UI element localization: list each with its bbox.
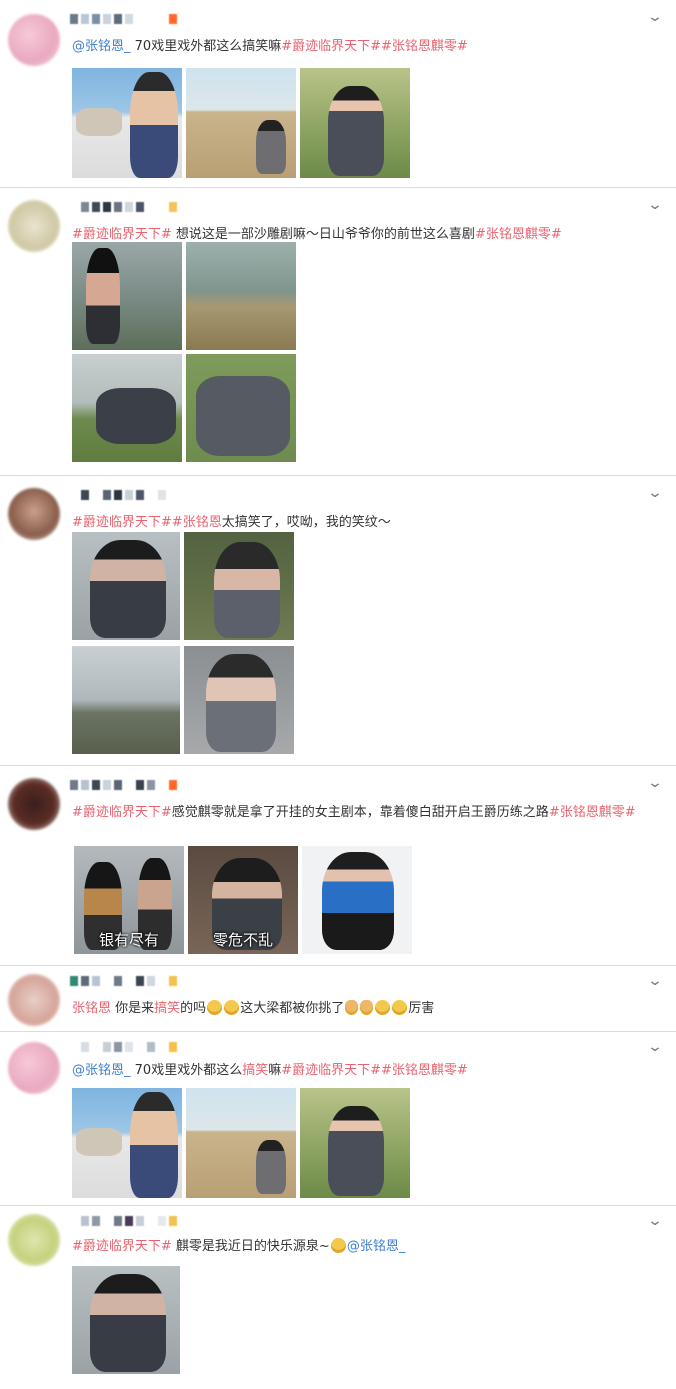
image-caption: 银有尽有 (98, 931, 159, 949)
post-photo[interactable] (72, 646, 180, 754)
hashtag-link[interactable]: #爵迹临界天下# (72, 805, 172, 820)
post-text-segment: 这大梁都被你挑了 (240, 1001, 345, 1016)
post-photo[interactable] (186, 242, 296, 350)
avatar[interactable] (8, 14, 60, 66)
post-text: #爵迹临界天下##张铭恩太搞笑了，哎呦，我的笑纹～ (72, 512, 650, 534)
emoji-icon (345, 1000, 359, 1015)
hashtag-link[interactable]: #爵迹临界天下# (281, 39, 381, 54)
emoji-icon (207, 1000, 223, 1015)
weibo-post: ⌄ @张铭恩_ 70戏里戏外都这么搞笑嘛#爵迹临界天下##张铭恩麒零# (0, 1032, 676, 1206)
post-text-segment: 想说这是一部沙雕剧嘛～日山爷爷你的前世这么喜剧 (171, 227, 475, 242)
post-text: #爵迹临界天下# 麒零是我近日的快乐源泉~ @张铭恩_ (72, 1236, 650, 1258)
post-photo[interactable] (72, 354, 182, 462)
chevron-down-icon[interactable]: ⌄ (645, 776, 665, 790)
chevron-down-icon[interactable]: ⌄ (645, 1214, 665, 1228)
chevron-down-icon[interactable]: ⌄ (645, 974, 665, 988)
post-text-segment: 太搞笑了，哎呦，我的笑纹～ (221, 515, 391, 530)
image-caption: 零危不乱 (212, 931, 273, 949)
chevron-down-icon[interactable]: ⌄ (645, 486, 665, 500)
hashtag-link[interactable]: #张铭恩麒零# (475, 227, 562, 242)
emoji-icon (360, 1000, 374, 1015)
post-text-segment: 感觉麒零就是拿了开挂的女主剧本，靠着傻白甜开启王爵历练之路 (171, 805, 549, 820)
hashtag-link[interactable]: #张铭恩麒零# (381, 1063, 468, 1078)
post-photo[interactable] (72, 68, 182, 178)
hashtag-link[interactable]: 张铭恩 (72, 1001, 111, 1016)
emoji-icon (224, 1000, 240, 1015)
chevron-down-icon[interactable]: ⌄ (645, 1040, 665, 1054)
post-text-segment: 厉害 (408, 1001, 435, 1016)
hashtag-link[interactable]: #爵迹临界天下# (72, 227, 172, 242)
mention-link[interactable]: @张铭恩_ (72, 1063, 131, 1078)
emoji-icon (330, 1238, 346, 1253)
post-photo[interactable] (186, 1088, 296, 1198)
hashtag-link[interactable]: #爵迹临界天下# (281, 1063, 381, 1078)
post-text-segment: 70戏里戏外都这么 (130, 1063, 243, 1078)
weibo-post: ⌄ #爵迹临界天下# 麒零是我近日的快乐源泉~ @张铭恩_ (0, 1206, 676, 1389)
weibo-post: ⌄ 张铭恩 你是来搞笑的吗 这大梁都被你挑了 厉害 (0, 966, 676, 1032)
mention-link[interactable]: @张铭恩_ (347, 1239, 406, 1254)
post-text-segment: 的吗 (180, 1001, 207, 1016)
avatar[interactable] (8, 1042, 60, 1094)
weibo-post: ⌄ @张铭恩_ 70戏里戏外都这么搞笑嘛#爵迹临界天下##张铭恩麒零# (0, 0, 676, 188)
emoji-icon (392, 1000, 408, 1015)
username-blurred[interactable] (70, 12, 177, 26)
avatar[interactable] (8, 488, 60, 540)
hashtag-link[interactable]: #爵迹临界天下# (72, 515, 172, 530)
post-text: 张铭恩 你是来搞笑的吗 这大梁都被你挑了 厉害 (72, 998, 650, 1020)
avatar[interactable] (8, 200, 60, 252)
post-photo[interactable] (300, 1088, 410, 1198)
avatar[interactable] (8, 974, 60, 1026)
hashtag-link[interactable]: #张铭恩麒零# (549, 805, 636, 820)
username-blurred[interactable] (70, 200, 177, 214)
post-photo[interactable] (302, 846, 412, 954)
post-text: @张铭恩_ 70戏里戏外都这么搞笑嘛#爵迹临界天下##张铭恩麒零# (72, 1060, 650, 1082)
hashtag-link[interactable]: #张铭恩 (172, 515, 222, 530)
post-text-segment: 搞笑 (242, 1063, 269, 1078)
avatar[interactable] (8, 1214, 60, 1266)
post-photo[interactable] (72, 1266, 180, 1374)
hashtag-link[interactable]: #张铭恩麒零# (381, 39, 468, 54)
chevron-down-icon[interactable]: ⌄ (645, 10, 665, 24)
username-blurred[interactable] (70, 488, 177, 502)
weibo-post: ⌄ #爵迹临界天下##张铭恩太搞笑了，哎呦，我的笑纹～ (0, 476, 676, 766)
post-text: @张铭恩_ 70戏里戏外都这么搞笑嘛#爵迹临界天下##张铭恩麒零# (72, 36, 650, 58)
post-text-segment: 搞笑 (154, 1001, 181, 1016)
post-text-segment: 你是来 (111, 1001, 155, 1016)
post-photo[interactable] (186, 68, 296, 178)
post-photo[interactable] (72, 1088, 182, 1198)
username-blurred[interactable] (70, 778, 177, 792)
post-photo[interactable] (72, 532, 180, 640)
post-text-segment: 嘛 (268, 1063, 282, 1078)
post-photo[interactable] (184, 646, 294, 754)
avatar[interactable] (8, 778, 60, 830)
username-blurred[interactable] (70, 1040, 177, 1054)
username-blurred[interactable] (70, 974, 177, 988)
post-photo[interactable] (184, 532, 294, 640)
post-photo[interactable]: 零危不乱 (188, 846, 298, 954)
post-photo[interactable] (72, 242, 182, 350)
chevron-down-icon[interactable]: ⌄ (645, 198, 665, 212)
hashtag-link[interactable]: #爵迹临界天下# (72, 1239, 172, 1254)
username-blurred[interactable] (70, 1214, 177, 1228)
post-photo[interactable]: 银有尽有 (74, 846, 184, 954)
weibo-post: ⌄ #爵迹临界天下#感觉麒零就是拿了开挂的女主剧本，靠着傻白甜开启王爵历练之路#… (0, 766, 676, 966)
post-text-segment: 70戏里戏外都这么搞笑嘛 (130, 39, 282, 54)
post-photo[interactable] (300, 68, 410, 178)
post-photo[interactable] (186, 354, 296, 462)
post-text-segment: 麒零是我近日的快乐源泉~ (171, 1239, 330, 1254)
post-text: #爵迹临界天下#感觉麒零就是拿了开挂的女主剧本，靠着傻白甜开启王爵历练之路#张铭… (72, 802, 650, 824)
emoji-icon (375, 1000, 391, 1015)
mention-link[interactable]: @张铭恩_ (72, 39, 131, 54)
weibo-post: ⌄ #爵迹临界天下# 想说这是一部沙雕剧嘛～日山爷爷你的前世这么喜剧#张铭恩麒零… (0, 188, 676, 476)
